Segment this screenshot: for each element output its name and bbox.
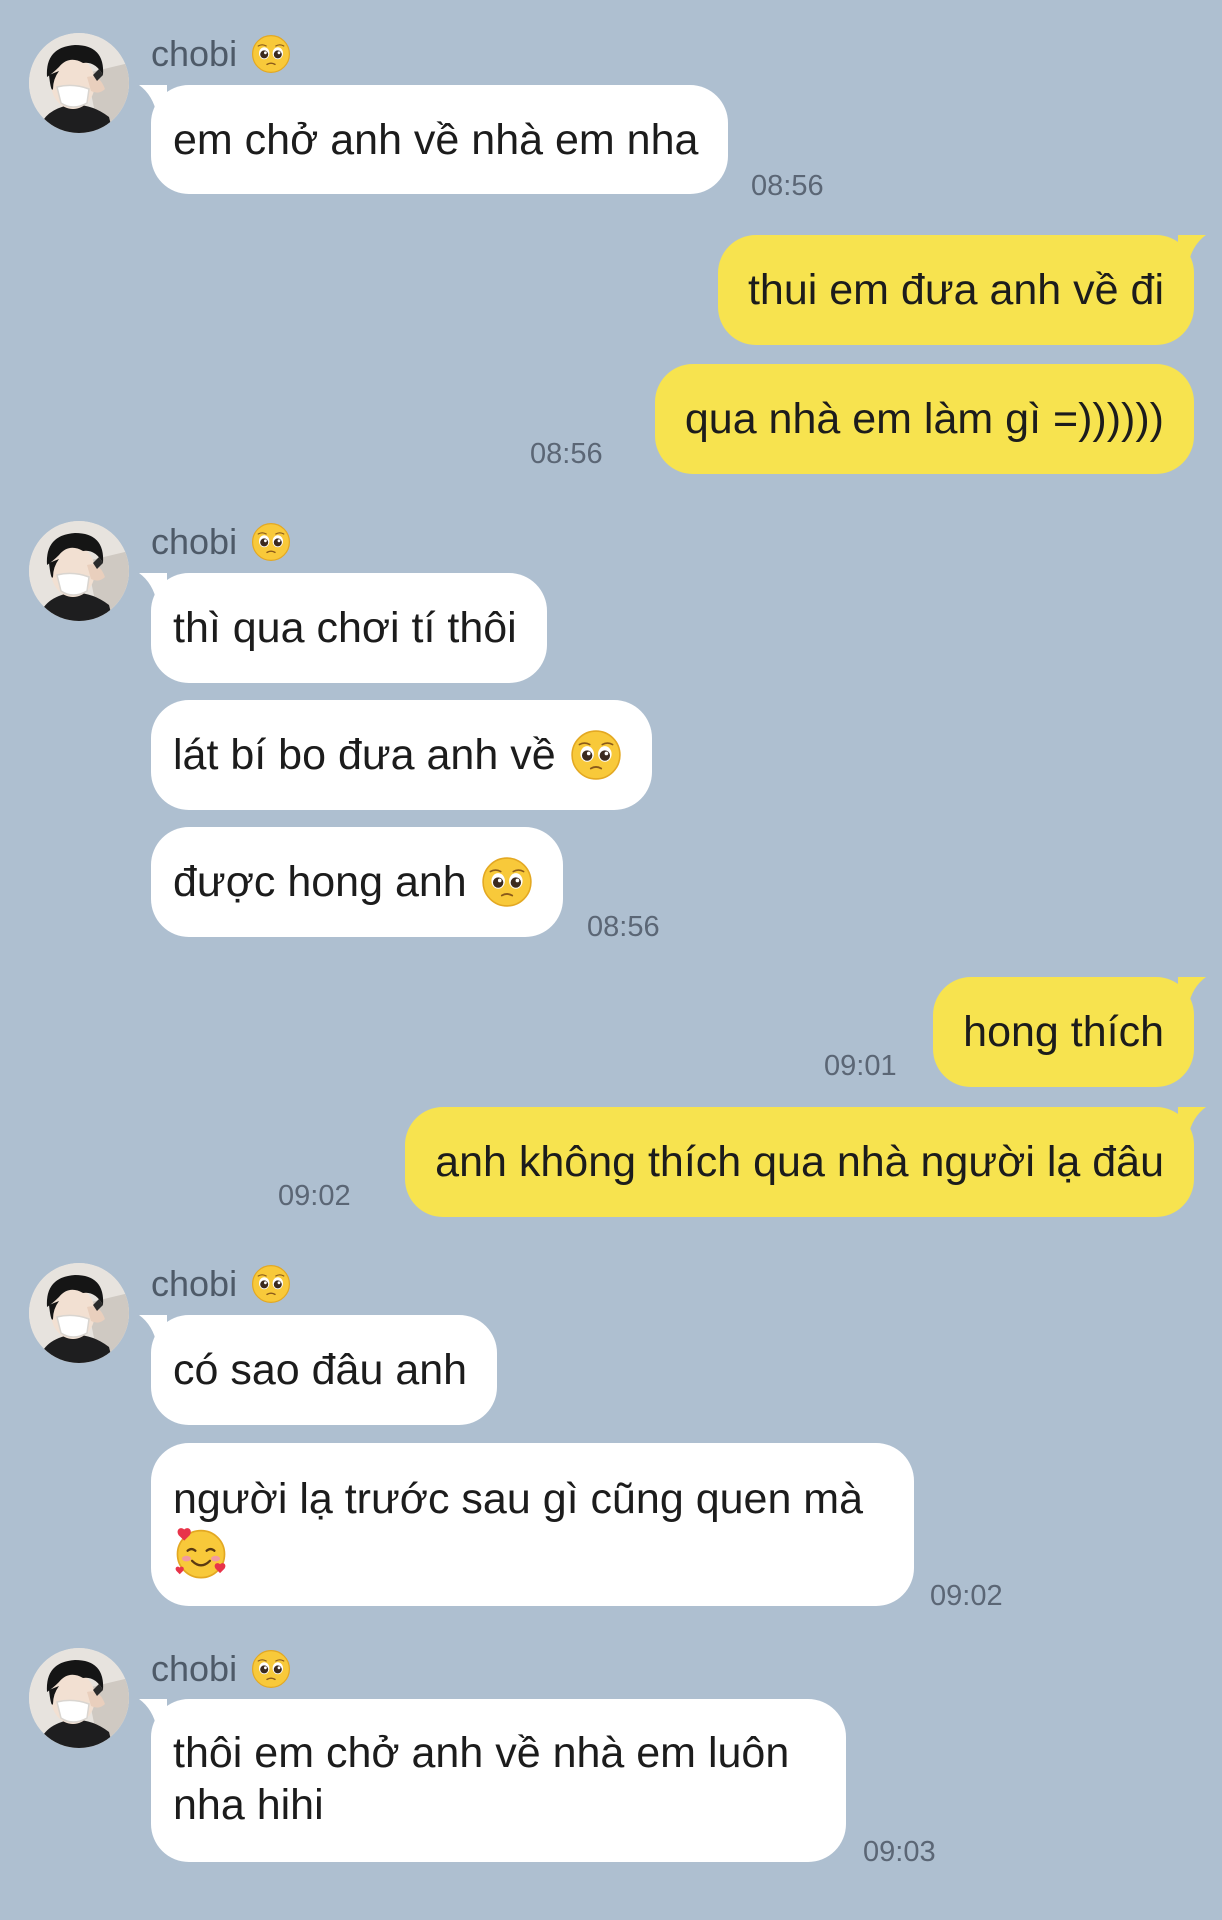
contact-avatar[interactable]	[29, 33, 129, 133]
bubble-tail-icon	[1178, 235, 1206, 265]
sender-name: chobi	[151, 31, 291, 77]
message-bubble-incoming[interactable]: lát bí bo đưa anh về	[151, 700, 652, 810]
message-text: thui em đưa anh về đi	[747, 266, 1164, 314]
smiling-face-with-hearts-icon	[173, 1525, 863, 1593]
message-bubble-incoming[interactable]: em chở anh về nhà em nha	[151, 85, 729, 194]
pleading-face-icon	[251, 1264, 291, 1304]
bubble-tail-icon	[1178, 1107, 1206, 1137]
message-bubble-outgoing[interactable]: anh không thích qua nhà người lạ đâu	[405, 1107, 1194, 1217]
contact-avatar[interactable]	[29, 1263, 129, 1363]
sender-name-label: chobi	[151, 1263, 238, 1304]
message-text: thì qua chơi tí thôi	[173, 604, 517, 652]
avatar-photo-icon	[29, 1263, 129, 1363]
message-text: qua nhà em làm gì =))))))	[684, 395, 1164, 443]
message-bubble-incoming[interactable]: được hong anh	[151, 827, 563, 937]
message-time: 09:03	[863, 1836, 936, 1868]
message-time: 09:01	[824, 1050, 897, 1082]
message-time: 09:02	[930, 1580, 1003, 1612]
message-bubble-outgoing[interactable]: hong thích	[933, 977, 1194, 1087]
message-bubble-outgoing[interactable]: thui em đưa anh về đi	[717, 235, 1194, 345]
avatar-photo-icon	[29, 33, 129, 133]
pleading-face-icon	[251, 34, 291, 74]
pleading-face-icon	[570, 729, 622, 781]
pleading-face-icon	[481, 856, 533, 908]
message-text: người lạ trước sau gì cũng quen mà	[173, 1475, 864, 1523]
bubble-tail-icon	[139, 1699, 167, 1729]
bubble-tail-icon	[139, 85, 167, 115]
pleading-face-icon	[251, 1649, 291, 1689]
message-text: anh không thích qua nhà người lạ đâu	[435, 1138, 1164, 1186]
avatar-photo-icon	[29, 1648, 129, 1748]
message-bubble-outgoing[interactable]: qua nhà em làm gì =))))))	[654, 364, 1194, 474]
message-bubble-incoming[interactable]: thôi em chở anh về nhà em luôn nha hihi	[151, 1699, 846, 1862]
sender-name: chobi	[151, 519, 291, 565]
sender-name-label: chobi	[151, 1648, 238, 1689]
message-time: 08:56	[587, 911, 660, 943]
message-text: lát bí bo đưa anh về	[173, 731, 556, 779]
contact-avatar[interactable]	[29, 521, 129, 621]
message-bubble-incoming[interactable]: có sao đâu anh	[151, 1315, 498, 1425]
sender-name: chobi	[151, 1646, 291, 1692]
message-text: có sao đâu anh	[173, 1346, 468, 1394]
message-time: 09:02	[278, 1180, 351, 1212]
contact-avatar[interactable]	[29, 1648, 129, 1748]
message-time: 08:56	[751, 170, 824, 202]
message-text: được hong anh	[173, 858, 467, 906]
message-bubble-incoming[interactable]: thì qua chơi tí thôi	[151, 573, 547, 683]
avatar-photo-icon	[29, 521, 129, 621]
message-bubble-incoming[interactable]: người lạ trước sau gì cũng quen mà	[151, 1443, 914, 1606]
bubble-tail-icon	[139, 573, 167, 603]
message-time: 08:56	[530, 438, 603, 470]
bubble-tail-icon	[1178, 977, 1206, 1007]
message-text: hong thích	[963, 1008, 1164, 1056]
message-text: thôi em chở anh về nhà em luôn nha hihi	[173, 1729, 790, 1829]
sender-name: chobi	[151, 1261, 291, 1307]
sender-name-label: chobi	[151, 33, 238, 74]
bubble-tail-icon	[139, 1315, 167, 1345]
pleading-face-icon	[251, 522, 291, 562]
message-text: em chở anh về nhà em nha	[173, 115, 699, 164]
sender-name-label: chobi	[151, 521, 238, 562]
message-content: người lạ trước sau gì cũng quen mà	[173, 1473, 863, 1593]
